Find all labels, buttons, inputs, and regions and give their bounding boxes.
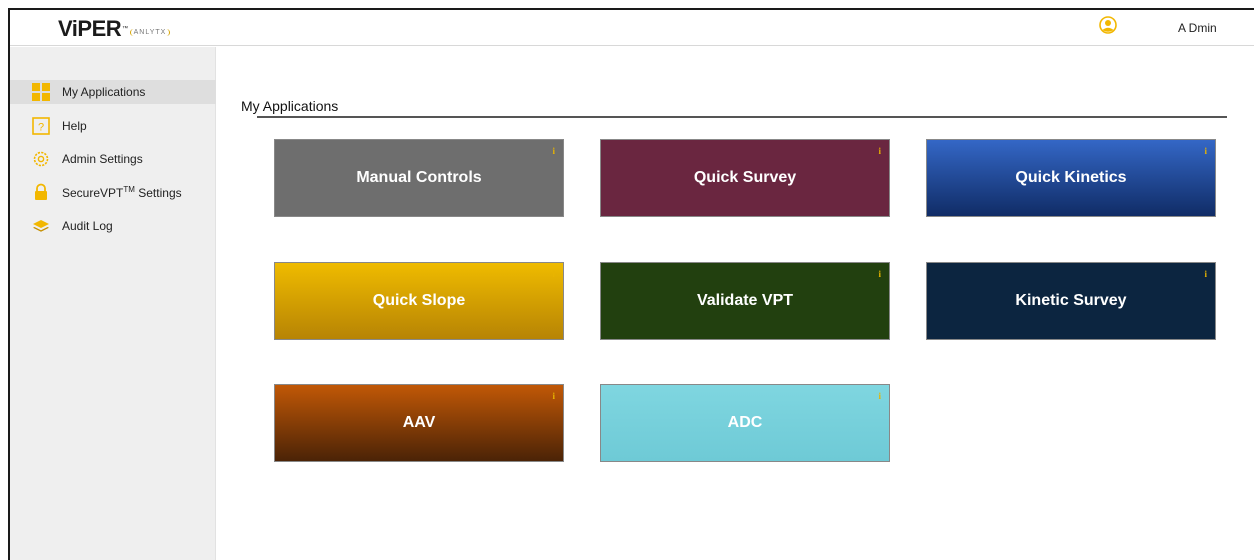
sidebar: My Applications ? Help Admin Settings Se… [10,47,216,560]
user-name[interactable]: A Dmin [1178,21,1217,35]
logo-trademark: ™ [122,26,128,32]
grid-icon [32,83,50,101]
tile-label: Quick Survey [693,169,797,186]
sidebar-item-help[interactable]: ? Help [10,114,216,138]
info-icon[interactable]: i [878,269,881,279]
info-icon[interactable]: i [552,146,555,156]
tile-manual-controls[interactable]: Manual Controls i [274,139,564,217]
lock-icon [32,183,50,201]
sidebar-item-label: Audit Log [62,219,113,233]
tile-label: Validate VPT [696,292,794,309]
tile-validate-vpt[interactable]: Validate VPT i [600,262,890,340]
info-icon[interactable]: i [878,146,881,156]
question-icon: ? [32,117,50,135]
viper-logo[interactable]: ViPER™ ANLYTX [58,16,171,41]
info-icon[interactable]: i [1204,146,1207,156]
page-title: My Applications [241,98,339,114]
tile-label: Kinetic Survey [1015,292,1127,309]
tile-quick-slope[interactable]: Quick Slope i [274,262,564,340]
tile-adc[interactable]: ADC i [600,384,890,462]
logo-subtext: ANLYTX [129,29,171,36]
info-icon[interactable]: i [1204,269,1207,279]
info-icon[interactable]: i [552,391,555,401]
top-header: ViPER™ ANLYTX A Dmin [10,10,1254,46]
sidebar-item-label: SecureVPTTM Settings [62,184,182,200]
svg-text:?: ? [38,122,44,134]
layers-icon [32,217,50,235]
app-frame: ViPER™ ANLYTX A Dmin My Applications ? H… [8,8,1254,560]
tile-aav[interactable]: AAV i [274,384,564,462]
tile-label: Manual Controls [356,169,482,186]
tile-label: AAV [402,414,436,431]
sidebar-item-label: Admin Settings [62,152,143,166]
sidebar-item-my-applications[interactable]: My Applications [10,80,216,104]
gear-icon [32,150,50,168]
sidebar-item-label: My Applications [62,85,146,99]
tile-kinetic-survey[interactable]: Kinetic Survey i [926,262,1216,340]
sidebar-item-securevpt-settings[interactable]: SecureVPTTM Settings [10,180,216,204]
info-icon[interactable]: i [552,269,555,279]
tile-label: ADC [727,414,763,431]
title-divider [257,116,1227,118]
logo-text: ViPER [58,16,122,41]
tile-quick-kinetics[interactable]: Quick Kinetics i [926,139,1216,217]
user-avatar-icon[interactable] [1099,16,1117,34]
sidebar-item-admin-settings[interactable]: Admin Settings [10,147,216,171]
tile-quick-survey[interactable]: Quick Survey i [600,139,890,217]
info-icon[interactable]: i [878,391,881,401]
sidebar-item-audit-log[interactable]: Audit Log [10,214,216,238]
tile-label: Quick Kinetics [1015,169,1127,186]
main-content: My Applications Manual Controls i Quick … [217,47,1254,560]
tile-label: Quick Slope [372,292,466,309]
sidebar-item-label: Help [62,119,87,133]
